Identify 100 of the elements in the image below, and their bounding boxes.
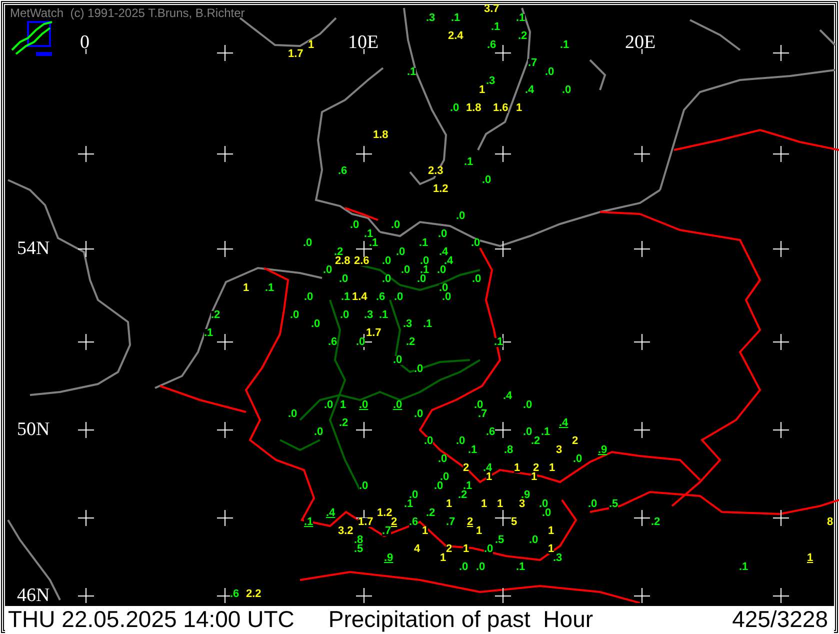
- precipitation-reading: 1.8: [466, 104, 482, 113]
- precipitation-reading: 2: [446, 545, 452, 554]
- precipitation-reading: .0: [359, 482, 368, 491]
- precipitation-reading: 1: [531, 473, 538, 482]
- precipitation-reading: .2: [518, 32, 528, 41]
- precipitation-reading: .0: [414, 410, 424, 419]
- precipitation-reading: 5: [511, 518, 518, 527]
- precipitation-reading: .6: [376, 293, 386, 302]
- precipitation-reading: .3: [426, 14, 436, 23]
- precipitation-reading: .0: [442, 293, 452, 302]
- precipitation-reading: .6: [338, 167, 348, 176]
- precipitation-reading: .0: [474, 401, 484, 410]
- precipitation-reading: .9: [521, 491, 530, 500]
- precipitation-reading: 1.7: [358, 518, 374, 527]
- precipitation-reading: .7: [382, 527, 392, 536]
- precipitation-reading: .0: [396, 248, 406, 257]
- precipitation-reading: .1: [516, 14, 526, 23]
- precipitation-reading: .0: [417, 275, 426, 284]
- precipitation-reading: 1.6: [493, 104, 508, 113]
- precipitation-reading: 2.4: [448, 32, 464, 41]
- precipitation-reading: .6: [487, 41, 496, 50]
- precipitation-reading: .8: [504, 446, 514, 455]
- precipitation-reading: 2.6: [354, 257, 370, 266]
- precipitation-reading: 4: [414, 545, 420, 554]
- precipitation-reading: .6: [486, 428, 496, 437]
- precipitation-reading: .0: [459, 563, 468, 572]
- precipitation-reading: .2: [406, 338, 416, 347]
- precipitation-reading: .1: [419, 239, 428, 248]
- precipitation-reading: .1: [304, 518, 314, 527]
- precipitation-reading: .1: [541, 428, 550, 437]
- precipitation-reading: .0: [420, 257, 430, 266]
- grid-label: 10E: [348, 33, 379, 53]
- precipitation-reading: .1: [364, 230, 374, 239]
- title-text: Precipitation of past Hour: [328, 606, 594, 633]
- precipitation-reading: .4: [503, 392, 512, 401]
- precipitation-reading: .9: [384, 554, 394, 563]
- precipitation-reading: .1: [494, 338, 504, 347]
- precipitation-reading: .1: [491, 23, 500, 32]
- precipitation-reading: 1.2: [377, 509, 392, 518]
- precipitation-reading: .0: [290, 311, 300, 320]
- precipitation-reading: .0: [414, 365, 424, 374]
- precipitation-reading: 1: [440, 554, 446, 563]
- precipitation-reading: .5: [354, 545, 364, 554]
- precipitation-reading: .0: [356, 338, 366, 347]
- precipitation-reading: .0: [359, 401, 368, 410]
- precipitation-reading: .4: [483, 464, 492, 473]
- precipitation-reading: 2: [533, 464, 540, 473]
- precipitation-reading: .7: [528, 59, 538, 68]
- precipitation-reading: .0: [394, 293, 404, 302]
- precipitation-reading: .3: [553, 554, 562, 563]
- grid-label: 0: [80, 33, 90, 53]
- precipitation-reading: 1.7: [288, 50, 304, 59]
- precipitation-reading: .2: [531, 437, 540, 446]
- precipitation-reading: 1.2: [433, 185, 448, 194]
- precipitation-reading: .1: [468, 446, 478, 455]
- precipitation-reading: .0: [382, 257, 392, 266]
- precipitation-reading: 1: [476, 527, 482, 536]
- precipitation-reading: .0: [456, 212, 466, 221]
- precipitation-reading: .1: [404, 500, 414, 509]
- precipitation-reading: .0: [439, 284, 448, 293]
- precipitation-reading: 3: [556, 446, 562, 455]
- precipitation-reading: 1.4: [352, 293, 368, 302]
- precipitation-reading: .0: [573, 455, 582, 464]
- precipitation-reading: 3.7: [484, 5, 500, 14]
- precipitation-reading: 1: [497, 500, 504, 509]
- precipitation-reading: .2: [651, 518, 660, 527]
- precipitation-reading: .2: [458, 491, 468, 500]
- precipitation-reading: .2: [334, 248, 344, 257]
- precipitation-reading: .0: [323, 266, 332, 275]
- precipitation-reading: 1: [807, 554, 814, 563]
- precipitation-reading: .0: [482, 176, 492, 185]
- precipitation-reading: .4: [444, 257, 454, 266]
- precipitation-reading: 2: [572, 437, 578, 446]
- precipitation-reading: .4: [559, 419, 568, 428]
- precipitation-reading: .9: [598, 446, 608, 455]
- precipitation-reading: .0: [340, 311, 350, 320]
- precipitation-reading: 2: [391, 518, 398, 527]
- precipitation-reading: .6: [409, 518, 418, 527]
- precipitation-reading: 1: [463, 545, 470, 554]
- precipitation-reading: .1: [463, 482, 472, 491]
- precipitation-reading: .4: [326, 509, 336, 518]
- precipitation-reading: .2: [211, 311, 220, 320]
- precipitation-reading: .0: [471, 239, 480, 248]
- precipitation-reading: .0: [437, 266, 446, 275]
- precipitation-reading: .0: [393, 356, 402, 365]
- precipitation-reading: .3: [364, 311, 374, 320]
- precipitation-reading: .0: [476, 563, 486, 572]
- precipitation-reading: .2: [339, 419, 348, 428]
- precipitation-reading: .4: [525, 86, 534, 95]
- precipitation-reading: .0: [539, 500, 548, 509]
- precipitation-reading: .0: [382, 275, 392, 284]
- precipitation-reading: 1: [340, 401, 346, 410]
- precipitation-reading: 2: [463, 464, 470, 473]
- precipitation-reading: 2.8: [335, 257, 350, 266]
- precipitation-reading: .0: [303, 239, 312, 248]
- precipitation-reading: .0: [314, 428, 324, 437]
- precipitation-reading: 1: [548, 545, 554, 554]
- grid-label: 50N: [17, 420, 50, 440]
- precipitation-reading: .0: [288, 410, 298, 419]
- precipitation-reading: 1.7: [366, 329, 382, 338]
